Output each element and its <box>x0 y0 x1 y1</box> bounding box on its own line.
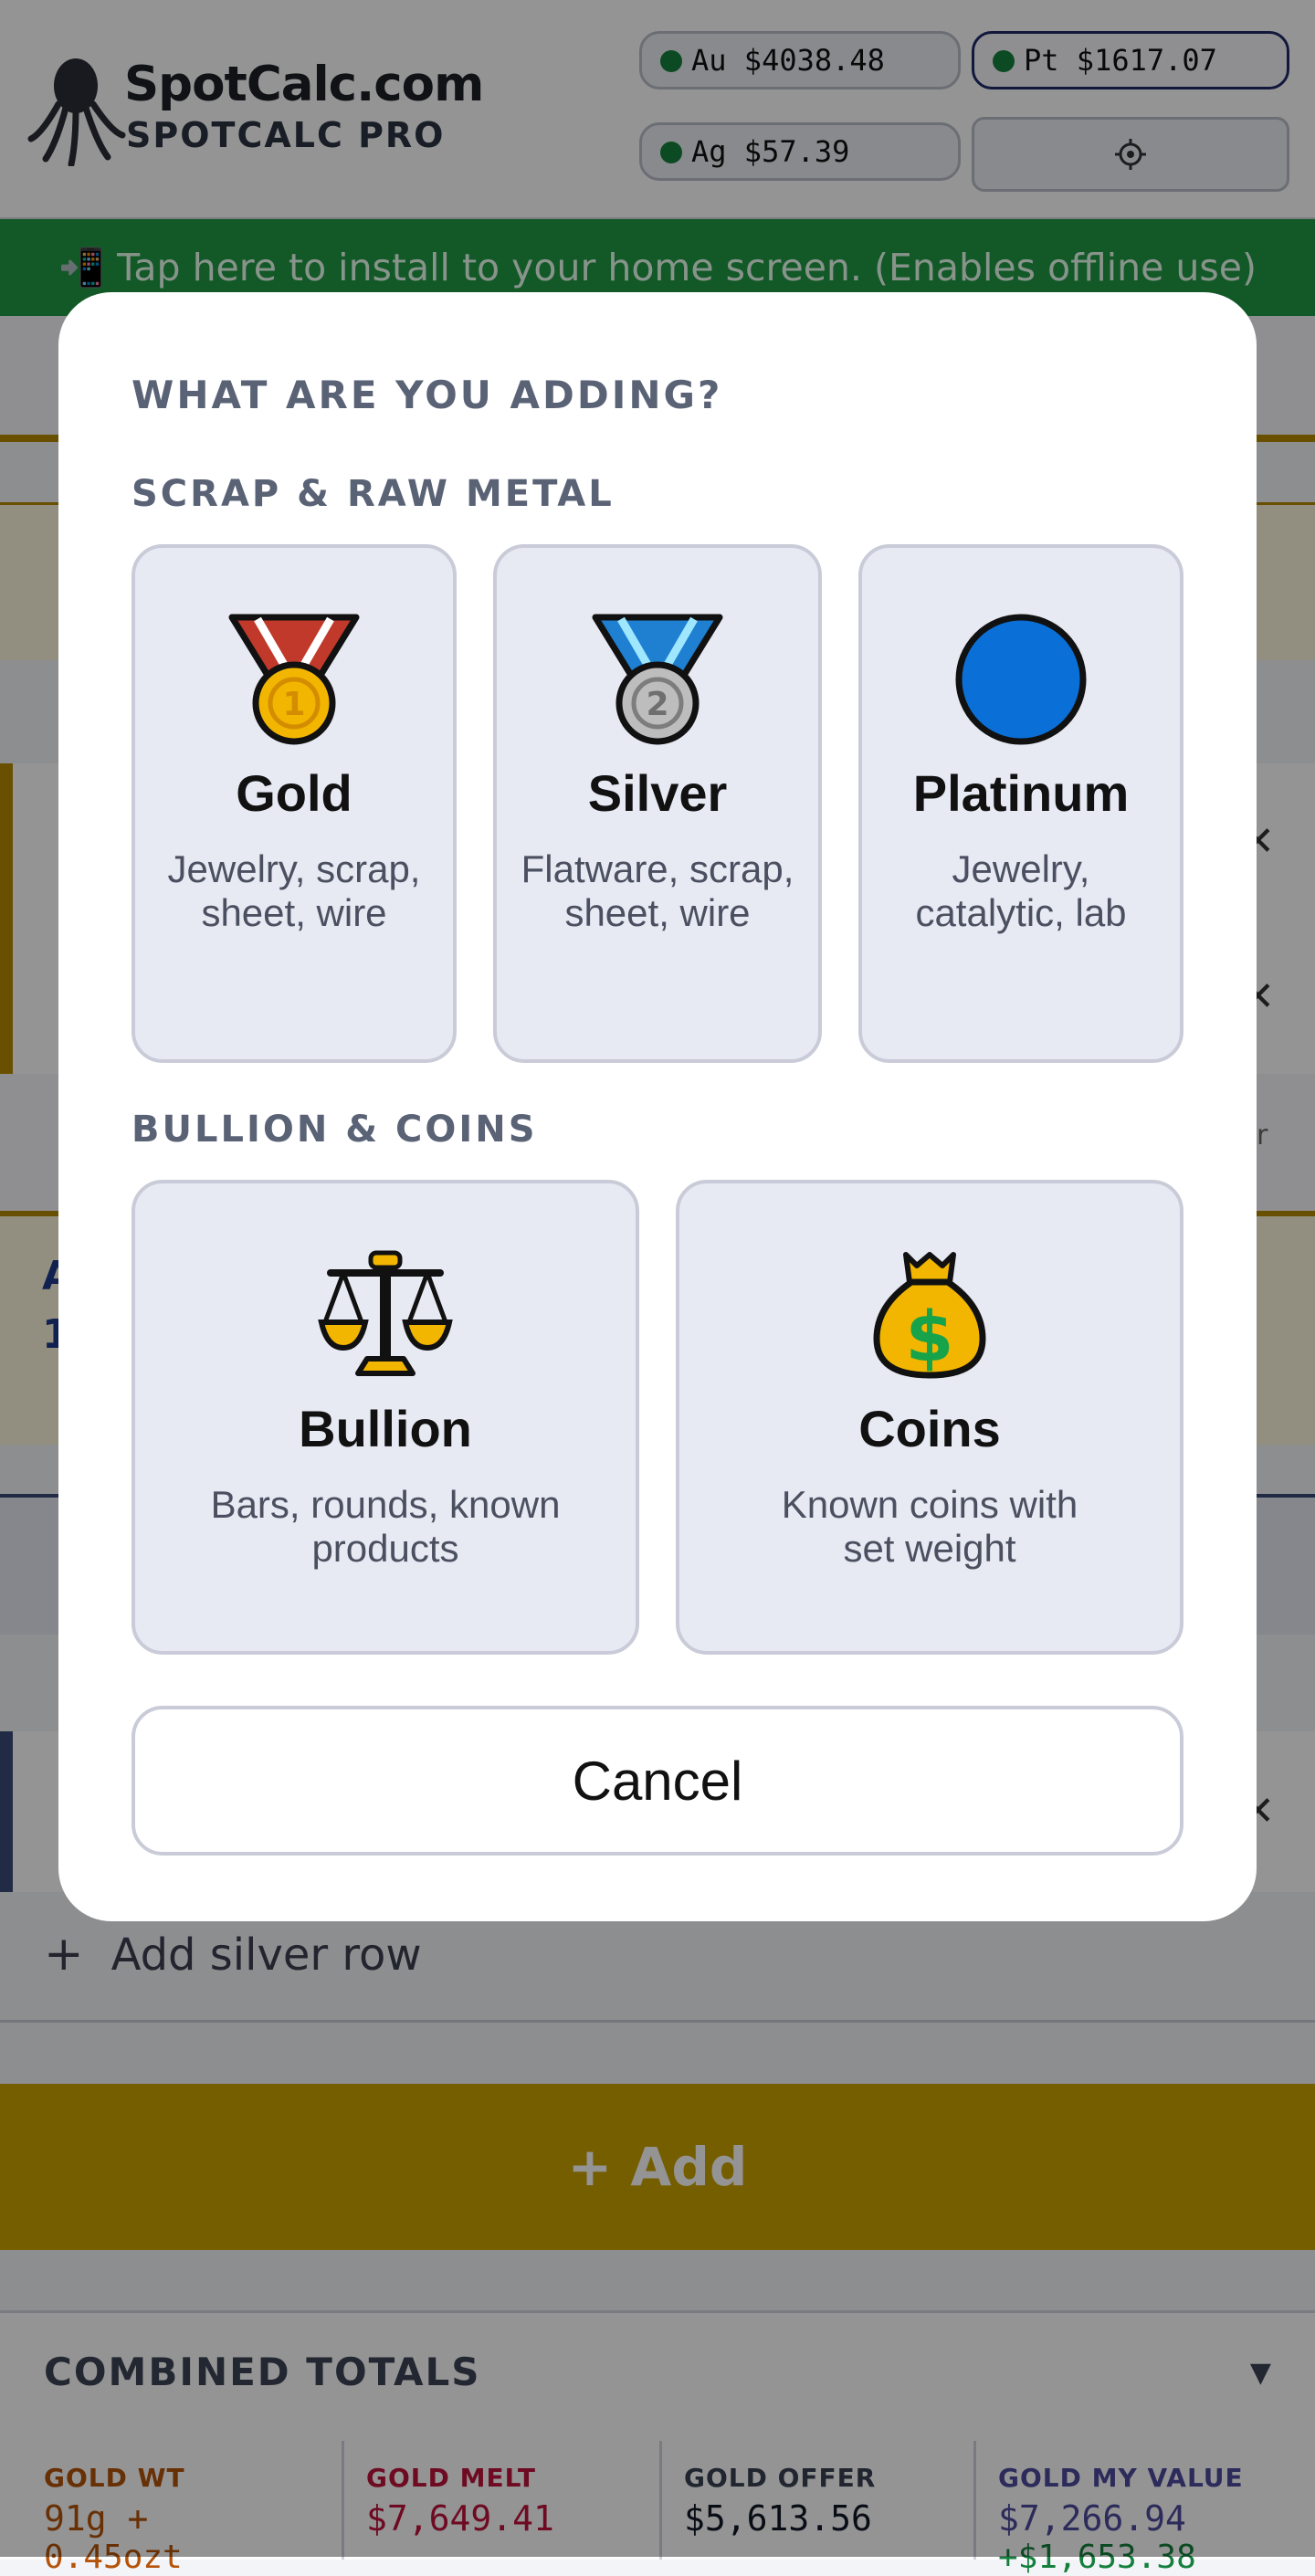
section-label-bullion: BULLION & COINS <box>132 1109 538 1151</box>
bullion-card[interactable]: Bullion Bars, rounds, known products <box>132 1180 639 1655</box>
coins-card[interactable]: $ Coins Known coins with set weight <box>676 1180 1184 1655</box>
gold-medal-icon: 1 <box>228 614 360 745</box>
money-bag-icon: $ <box>873 1252 986 1379</box>
card-description: Bars, rounds, known products <box>210 1483 561 1570</box>
svg-text:1: 1 <box>282 686 305 723</box>
dialog-title: WHAT ARE YOU ADDING? <box>132 373 723 417</box>
svg-text:2: 2 <box>646 686 668 723</box>
cancel-button-label: Cancel <box>572 1750 743 1812</box>
card-description: Jewelry, catalytic, lab <box>915 847 1127 934</box>
card-description: Known coins with set weight <box>781 1483 1078 1570</box>
card-description: Jewelry, scrap, sheet, wire <box>167 847 421 934</box>
section-label-scrap: SCRAP & RAW METAL <box>132 473 615 515</box>
card-description: Flatware, scrap, sheet, wire <box>521 847 794 934</box>
gold-card[interactable]: 1 Gold Jewelry, scrap, sheet, wire <box>132 544 457 1063</box>
cancel-button[interactable]: Cancel <box>132 1706 1184 1856</box>
silver-medal-icon: 2 <box>592 614 723 745</box>
card-title: Silver <box>587 764 728 822</box>
card-title: Platinum <box>912 764 1130 822</box>
card-title: Bullion <box>299 1400 472 1457</box>
platinum-card[interactable]: Platinum Jewelry, catalytic, lab <box>858 544 1184 1063</box>
silver-card[interactable]: 2 Silver Flatware, scrap, sheet, wire <box>493 544 822 1063</box>
svg-text:$: $ <box>906 1296 954 1377</box>
add-item-dialog: WHAT ARE YOU ADDING? SCRAP & RAW METAL 1… <box>58 292 1257 1921</box>
blue-circle-icon <box>955 614 1087 745</box>
card-title: Coins <box>858 1400 1001 1457</box>
card-title: Gold <box>236 764 352 822</box>
balance-scale-icon <box>318 1250 453 1376</box>
